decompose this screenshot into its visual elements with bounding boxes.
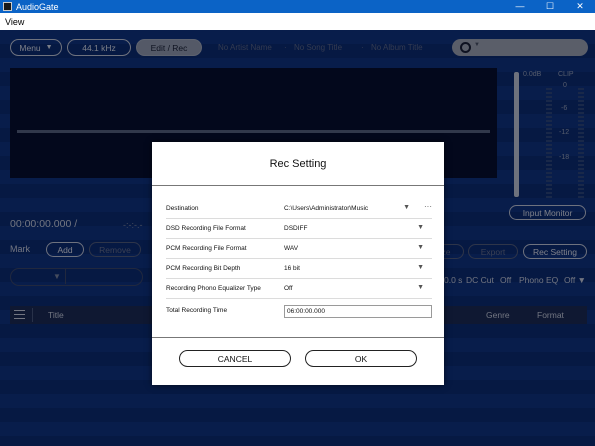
menu-bar: View: [0, 13, 595, 30]
maximize-button[interactable]: ☐: [535, 0, 565, 13]
dsd-format-label: DSD Recording File Format: [166, 225, 246, 232]
cancel-button[interactable]: CANCEL: [179, 350, 291, 367]
ok-button[interactable]: OK: [305, 350, 417, 367]
dsd-format-select[interactable]: DSDIFF: [284, 225, 307, 232]
chevron-down-icon[interactable]: ▼: [417, 264, 424, 271]
dialog-title: Rec Setting: [269, 158, 327, 170]
chevron-down-icon[interactable]: ▼: [417, 224, 424, 231]
dsd-format-row: DSD Recording File Format DSDIFF ▼: [166, 220, 432, 239]
pcm-bit-depth-label: PCM Recording Bit Depth: [166, 265, 241, 272]
total-recording-time-input[interactable]: [284, 305, 432, 318]
destination-row: Destination C:\Users\Administrator\Music…: [166, 200, 432, 219]
rec-setting-dialog: Rec Setting Destination C:\Users\Adminis…: [152, 142, 444, 385]
pcm-bit-depth-select[interactable]: 16 bit: [284, 265, 300, 272]
pcm-format-label: PCM Recording File Format: [166, 245, 247, 252]
total-recording-time-row: Total Recording Time: [166, 302, 432, 321]
phono-eq-type-select[interactable]: Off: [284, 285, 293, 292]
close-button[interactable]: ✕: [565, 0, 595, 13]
destination-select[interactable]: C:\Users\Administrator\Music: [284, 205, 368, 212]
pcm-bit-depth-row: PCM Recording Bit Depth 16 bit ▼: [166, 260, 432, 279]
pcm-format-row: PCM Recording File Format WAV ▼: [166, 240, 432, 259]
window-titlebar: AudioGate — ☐ ✕: [0, 0, 595, 13]
destination-label: Destination: [166, 205, 199, 212]
chevron-down-icon[interactable]: ▼: [417, 244, 424, 251]
minimize-button[interactable]: —: [505, 0, 535, 13]
pcm-format-select[interactable]: WAV: [284, 245, 298, 252]
menu-view[interactable]: View: [5, 17, 24, 27]
browse-button[interactable]: ···: [424, 202, 432, 211]
dialog-divider: [152, 185, 444, 186]
chevron-down-icon[interactable]: ▼: [403, 204, 410, 211]
phono-eq-type-row: Recording Phono Equalizer Type Off ▼: [166, 280, 432, 299]
app-icon: [3, 2, 12, 11]
phono-eq-type-label: Recording Phono Equalizer Type: [166, 285, 261, 292]
total-recording-time-label: Total Recording Time: [166, 307, 228, 314]
dialog-divider: [152, 337, 444, 338]
window-title: AudioGate: [16, 1, 59, 12]
chevron-down-icon[interactable]: ▼: [417, 284, 424, 291]
